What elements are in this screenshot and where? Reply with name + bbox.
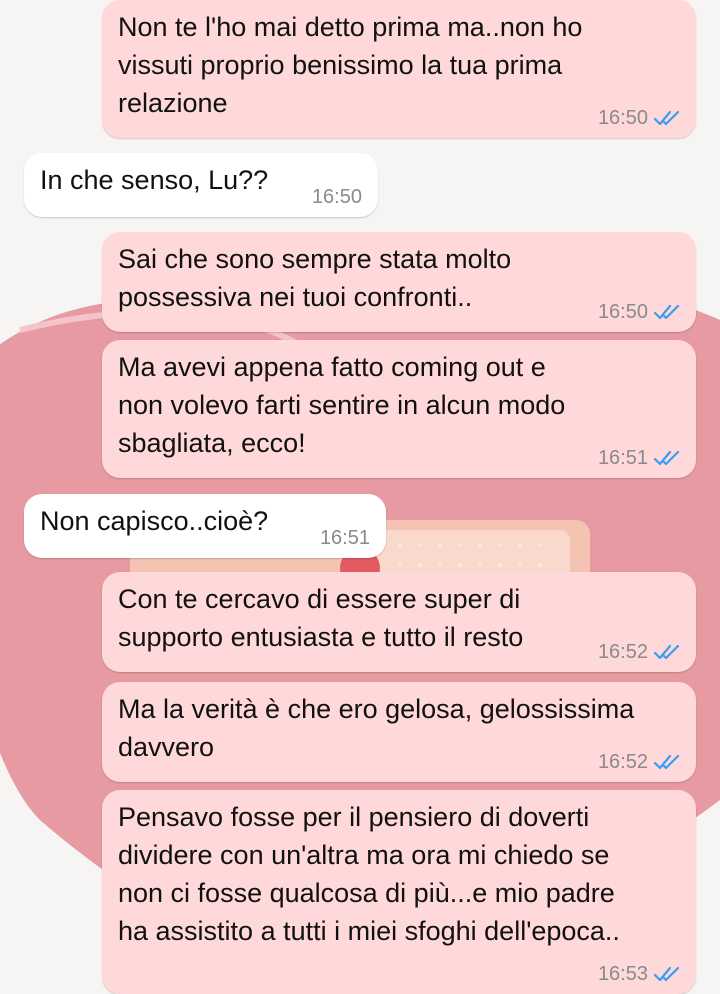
message-timestamp: 16:51 xyxy=(597,447,648,469)
message-timestamp: 16:52 xyxy=(597,751,648,773)
message-outgoing[interactable]: Pensavo fosse per il pensiero di doverti… xyxy=(102,790,696,994)
message-meta: 16:50 xyxy=(598,108,682,128)
message-meta: 16:50 xyxy=(312,187,362,207)
message-timestamp: 16:51 xyxy=(319,527,370,549)
message-timestamp: 16:53 xyxy=(597,963,648,985)
message-text: Non te l'ho mai detto prima ma..non ho v… xyxy=(118,12,583,118)
double-check-read-icon xyxy=(654,754,680,770)
message-incoming[interactable]: Non capisco..cioè? 16:51 xyxy=(24,494,386,558)
message-meta: 16:51 xyxy=(320,528,370,548)
message-meta: 16:52 xyxy=(598,642,682,662)
message-timestamp: 16:50 xyxy=(597,107,648,129)
message-text: Pensavo fosse per il pensiero di doverti… xyxy=(118,802,620,946)
message-timestamp: 16:50 xyxy=(597,301,648,323)
double-check-read-icon xyxy=(654,110,680,126)
message-outgoing[interactable]: Ma la verità è che ero gelosa, gelossiss… xyxy=(102,682,696,782)
message-text: Ma la verità è che ero gelosa, gelossiss… xyxy=(118,694,635,762)
double-check-read-icon xyxy=(654,966,680,982)
message-outgoing[interactable]: Non te l'ho mai detto prima ma..non ho v… xyxy=(102,0,696,138)
message-outgoing[interactable]: Sai che sono sempre stata molto possessi… xyxy=(102,232,696,332)
chat-messages[interactable]: Non te l'ho mai detto prima ma..non ho v… xyxy=(0,0,720,994)
message-meta: 16:52 xyxy=(598,752,682,772)
message-text: Sai che sono sempre stata molto possessi… xyxy=(118,244,512,312)
double-check-read-icon xyxy=(654,450,680,466)
message-meta: 16:51 xyxy=(598,448,682,468)
message-timestamp: 16:50 xyxy=(311,186,362,208)
message-text: Con te cercavo di essere super di suppor… xyxy=(118,584,524,652)
double-check-read-icon xyxy=(654,644,680,660)
message-meta: 16:53 xyxy=(598,964,682,984)
double-check-read-icon xyxy=(654,304,680,320)
message-text: Ma avevi appena fatto coming out e non v… xyxy=(118,352,566,458)
message-outgoing[interactable]: Con te cercavo di essere super di suppor… xyxy=(102,572,696,672)
message-incoming[interactable]: In che senso, Lu?? 16:50 xyxy=(24,153,378,217)
message-outgoing[interactable]: Ma avevi appena fatto coming out e non v… xyxy=(102,340,696,478)
message-timestamp: 16:52 xyxy=(597,641,648,663)
message-meta: 16:50 xyxy=(598,302,682,322)
